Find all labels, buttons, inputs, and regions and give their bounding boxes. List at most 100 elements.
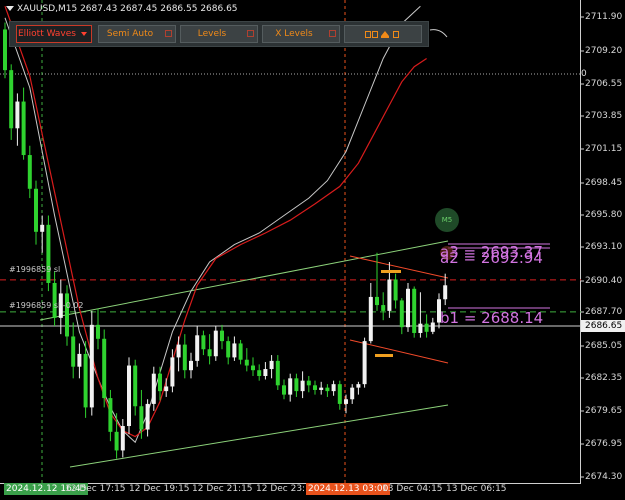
checkbox-icon [165,30,172,37]
candle-body [430,322,435,332]
symbol-title-text: XAUUSD,M15 2687.43 2687.45 2686.55 2686.… [17,4,238,14]
candle-body [294,378,299,392]
candle-body [368,296,373,342]
x-levels-label: X Levels [275,29,313,39]
candle-body [176,344,181,358]
wave-label-a2: a2 = 2692.94 [440,249,543,267]
candle-body [288,378,293,395]
time-tick-label: 12 Dec 17:15 [65,484,126,494]
price-tick-label: 2679.65 [585,406,623,416]
candle-body [3,29,7,71]
price-tick-label: 2674.30 [585,472,623,482]
chevron-down-icon [81,32,87,36]
candle-body [77,353,82,367]
candle-body [257,370,262,377]
candle-body [83,353,88,408]
symbol-title: XAUUSD,M15 2687.43 2687.45 2686.55 2686.… [6,4,238,14]
candle-body [34,188,38,232]
candle-body [201,335,206,350]
candle-body [344,399,348,404]
candle-body [381,305,386,311]
price-tick-label: 2687.70 [585,307,623,317]
candle-body [282,385,286,395]
candle-body [313,385,317,390]
time-tick-label: 12 Dec 19:15 [129,484,190,494]
candle-body [65,293,69,337]
time-tick-label: 12 Dec 21:15 [192,484,253,494]
candle-body [195,335,200,361]
candle-body [443,285,448,300]
candle-body [337,384,342,404]
price-tick-label: 2701.15 [585,144,623,154]
candle-body [325,387,330,392]
candle-body [375,296,379,306]
candle-body [46,224,51,283]
levels-button[interactable]: Levels [180,25,258,43]
wave-label-b1: b1 = 2688.14 [440,309,544,327]
price-tick-label: 2698.45 [585,178,623,188]
candle-body [275,360,280,386]
candle-body [238,343,243,360]
candle-body [182,344,187,371]
price-tick-label: 2703.85 [585,111,623,121]
candle-body [269,360,274,370]
price-tick-label: 2682.35 [585,373,623,383]
candle-body [306,380,311,386]
current-price-tag: 2686.65 [581,320,625,332]
elliott-waves-label: Elliott Waves [17,29,76,39]
candle-body [319,387,324,390]
ma-fast-line [4,5,421,444]
wave-marker [381,270,401,273]
m5-badge[interactable]: M5 [435,208,459,232]
elliott-waves-button[interactable]: Elliott Waves [16,25,92,43]
checkbox-icon [329,30,336,37]
candle-body [189,360,193,371]
candle-body [15,101,20,129]
candle-body [387,279,392,311]
candle-body [300,380,305,392]
price-tick-label: 2711.90 [585,12,623,22]
candle-body [139,406,144,430]
price-tick-label: 2676.95 [585,439,623,449]
candle-body [418,323,423,333]
candle-body [21,101,26,156]
candle-body [108,398,113,432]
zero-label: 0 [581,69,587,79]
channel-lower-line [69,404,449,468]
checkbox-icon [247,30,254,37]
candle-body [170,357,175,387]
tools-button[interactable] [344,25,422,43]
price-tick-label: 2685.05 [585,341,623,351]
price-tick-label: 2706.55 [585,79,623,89]
candle-body [393,279,398,301]
candle-body [133,365,138,407]
x-levels-button[interactable]: X Levels [262,25,340,43]
candle-body [127,365,131,427]
candle-body [350,387,355,400]
time-tick-label: 13 Dec 06:15 [446,484,507,494]
time-tick-label: 12 Dec 23:1 [256,484,311,494]
semi-auto-button[interactable]: Semi Auto [98,25,176,43]
square-icon [372,31,378,38]
square-icon [393,31,399,38]
price-tick-label: 2693.10 [585,242,623,252]
candle-body [71,336,76,367]
candle-body [213,330,218,357]
candle-body [27,155,32,189]
candle-body [424,323,429,332]
stop-loss-label: #1996859 sl -0.02 [9,301,84,310]
channel-upper-line [39,240,449,321]
dropdown-triangle-icon[interactable] [6,6,14,11]
candle-body [114,431,119,451]
levels-label: Levels [197,29,227,39]
candle-body [151,373,156,404]
candle-body [89,324,94,408]
candle-body [263,369,268,377]
candle-body [232,343,237,358]
wave-marker [375,354,393,357]
candle-body [226,341,231,358]
wedge-upper-line [349,255,449,279]
square-icon [365,31,371,38]
candle-body [158,373,162,392]
elliott-toolbar: Elliott Waves Semi Auto Levels X Levels [9,21,429,47]
